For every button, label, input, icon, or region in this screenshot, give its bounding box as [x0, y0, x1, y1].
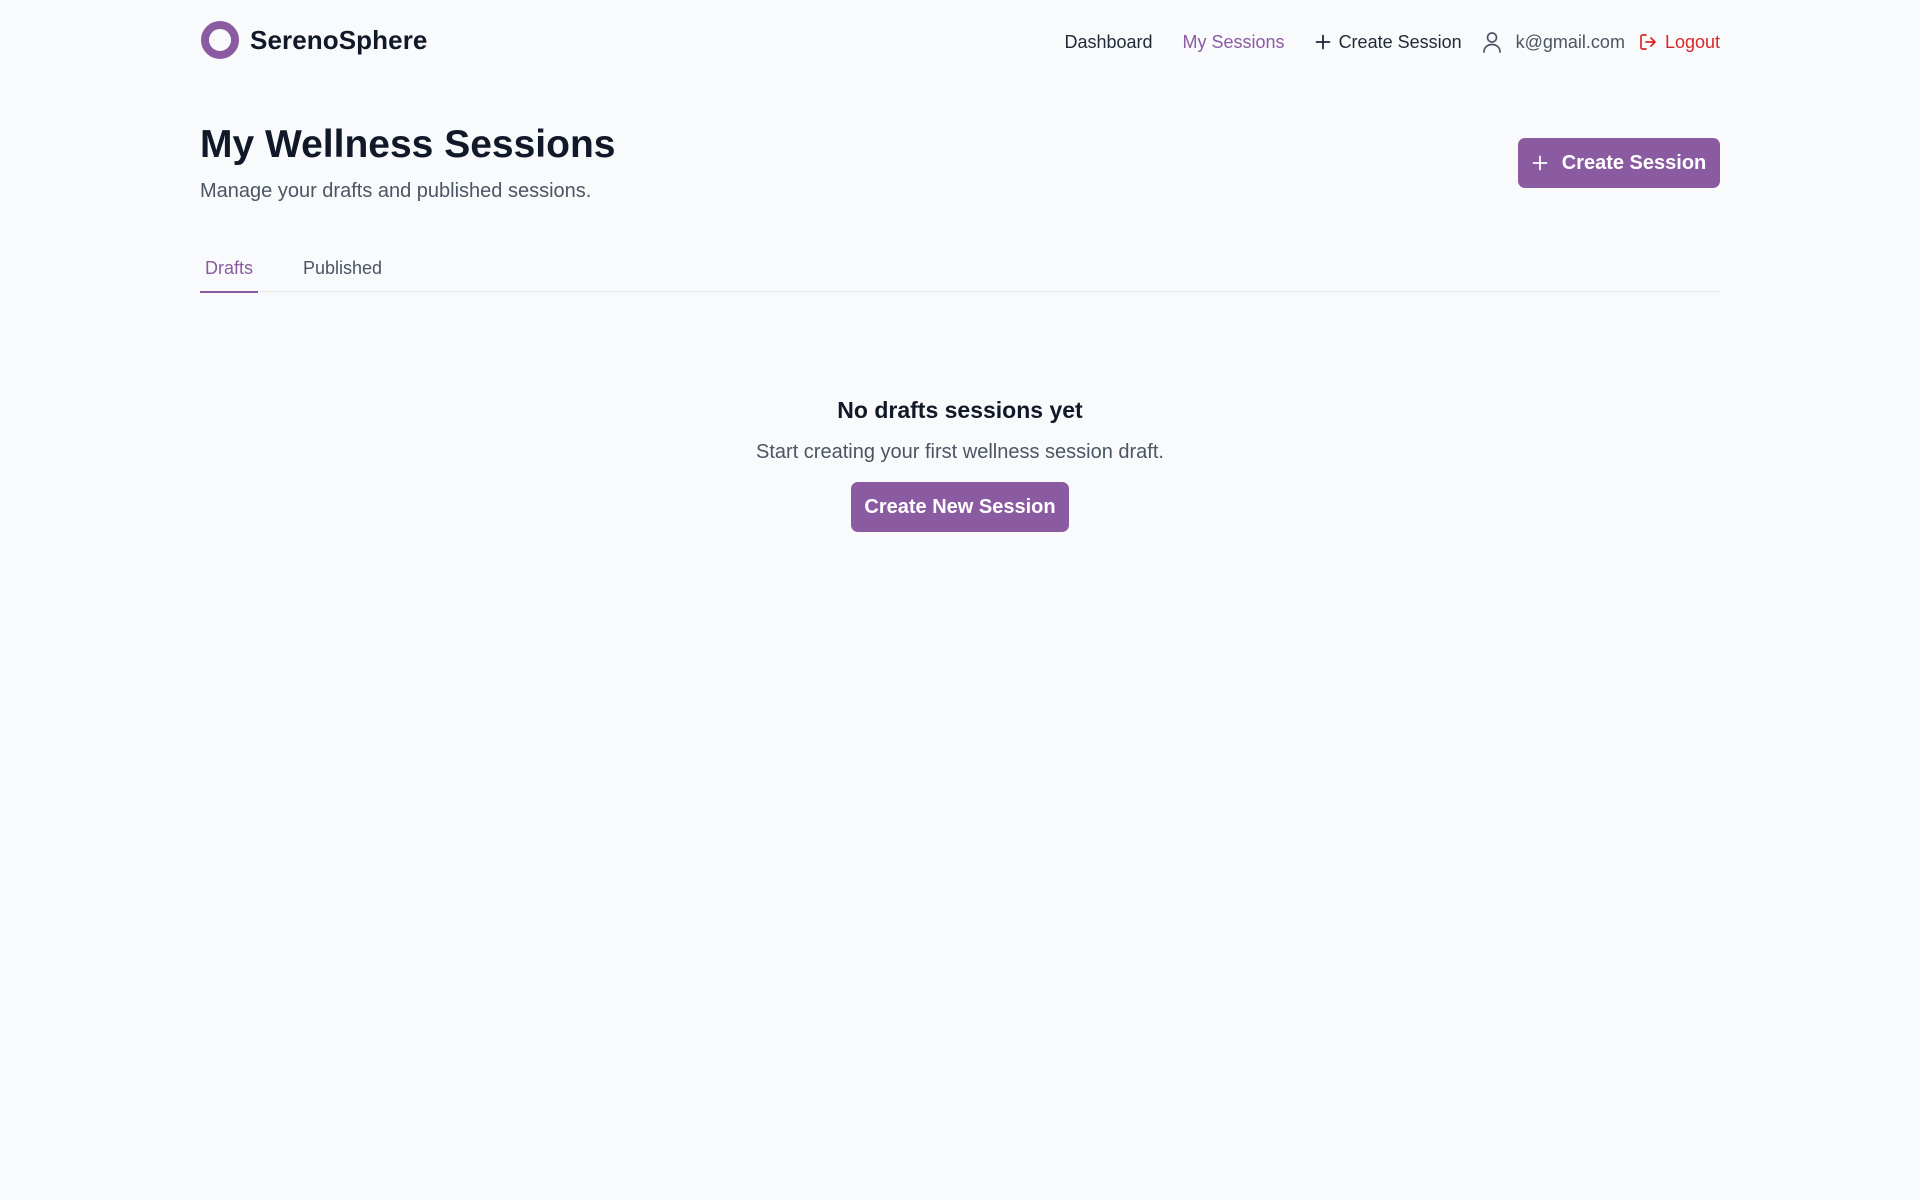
main-nav: Dashboard My Sessions Create Session k@g… — [1064, 22, 1720, 62]
page-header: My Wellness Sessions Manage your drafts … — [200, 122, 615, 203]
nav-create-session-label: Create Session — [1338, 31, 1462, 52]
brand-name: SerenoSphere — [250, 24, 428, 55]
logout-icon — [1639, 33, 1657, 51]
brand[interactable]: SerenoSphere — [200, 20, 428, 60]
tab-published[interactable]: Published — [303, 258, 382, 292]
create-new-session-button[interactable]: Create New Session — [851, 482, 1069, 532]
plus-icon — [1315, 34, 1331, 50]
user-info: k@gmail.com — [1482, 31, 1625, 53]
user-email: k@gmail.com — [1515, 31, 1625, 52]
nav-my-sessions-link[interactable]: My Sessions — [1183, 32, 1285, 53]
logout-link[interactable]: Logout — [1639, 32, 1720, 53]
nav-dashboard-link[interactable]: Dashboard — [1064, 32, 1152, 53]
ring-logo-icon — [201, 21, 239, 59]
nav-create-session-link[interactable]: Create Session — [1315, 32, 1462, 53]
create-session-button[interactable]: Create Session — [1518, 138, 1720, 188]
page-title: My Wellness Sessions — [200, 123, 616, 166]
tab-drafts[interactable]: Drafts — [200, 258, 258, 293]
empty-state-title: No drafts sessions yet — [837, 397, 1083, 423]
create-session-button-label: Create Session — [1561, 151, 1707, 174]
plus-icon — [1532, 155, 1548, 171]
page-subtitle: Manage your drafts and published session… — [200, 180, 592, 202]
session-tabs: Drafts Published — [200, 252, 1720, 293]
user-icon — [1482, 31, 1502, 53]
empty-state: No drafts sessions yet Start creating yo… — [200, 395, 1720, 532]
logout-label: Logout — [1664, 31, 1720, 52]
top-navbar: SerenoSphere Dashboard My Sessions Creat… — [200, 0, 1720, 84]
empty-state-text: Start creating your first wellness sessi… — [756, 441, 1164, 463]
app-container: SerenoSphere Dashboard My Sessions Creat… — [200, 0, 1720, 1200]
